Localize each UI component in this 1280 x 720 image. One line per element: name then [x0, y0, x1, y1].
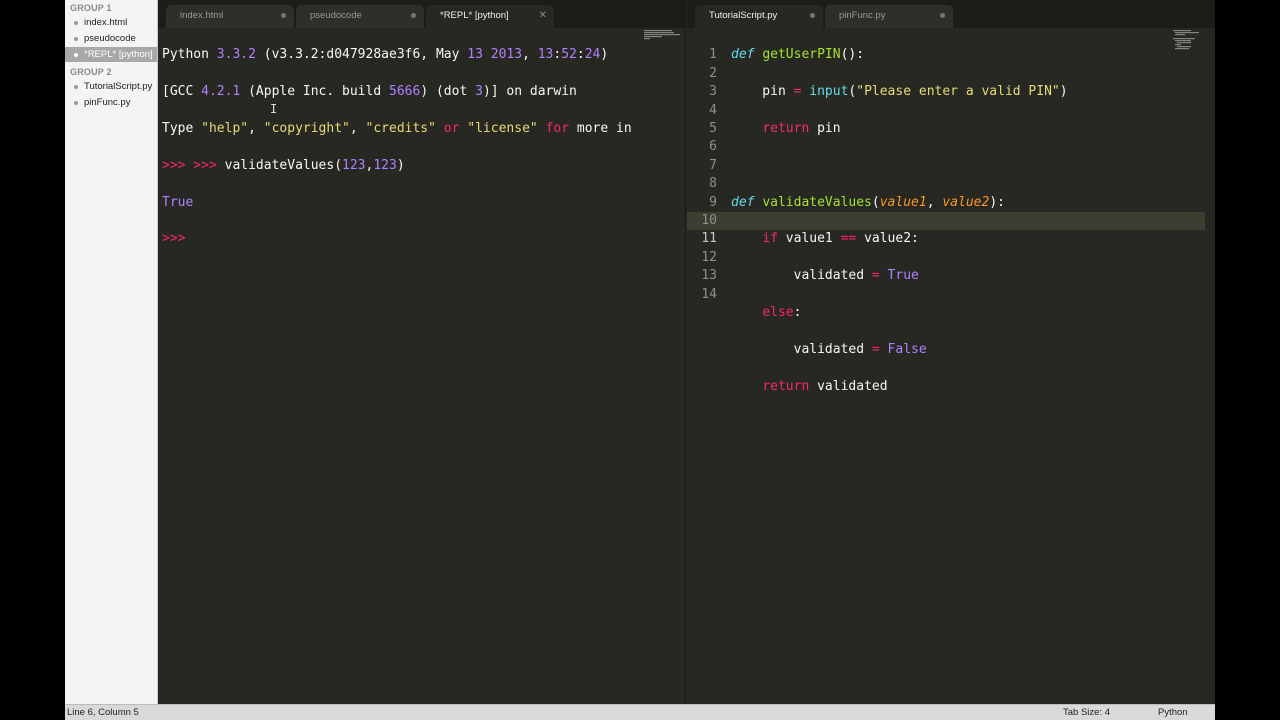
- code-line: return pin: [762, 121, 841, 137]
- sidebar-file-pseudocode[interactable]: pseudocode: [65, 31, 157, 46]
- tab-pseudocode[interactable]: pseudocode: [296, 5, 424, 28]
- group-1-title: GROUP 1: [70, 3, 112, 13]
- minimap[interactable]: [644, 30, 684, 70]
- cursor-position: Line 6, Column 5: [67, 707, 139, 718]
- tab-pinfunc[interactable]: pinFunc.py: [825, 5, 953, 28]
- sublime-window: GROUP 1 index.html pseudocode *REPL* [py…: [65, 0, 1215, 720]
- tab-dot-icon[interactable]: [940, 13, 945, 18]
- tab-dot-icon[interactable]: [810, 13, 815, 18]
- file-bullet-icon: [74, 21, 78, 25]
- group-2-title: GROUP 2: [70, 67, 112, 77]
- repl-editor[interactable]: Python 3.3.2 (v3.3.2:d047928ae3f6, May 1…: [158, 28, 685, 704]
- sidebar-file-tutorialscript[interactable]: TutorialScript.py: [65, 79, 157, 94]
- sidebar-file-repl[interactable]: *REPL* [python]: [65, 47, 157, 62]
- repl-line-result: True: [162, 194, 194, 210]
- tab-tutorialscript[interactable]: TutorialScript.py: [695, 5, 823, 28]
- code-line: if value1 == value2:: [762, 231, 919, 247]
- repl-output[interactable]: Python 3.3.2 (v3.3.2:d047928ae3f6, May 1…: [162, 28, 644, 286]
- tab-size-selector[interactable]: Tab Size: 4: [1063, 705, 1110, 720]
- code-line: def getUserPIN():: [731, 47, 865, 63]
- minimap[interactable]: [1173, 30, 1213, 70]
- sidebar: GROUP 1 index.html pseudocode *REPL* [py…: [65, 0, 158, 704]
- sidebar-file-pinfunc[interactable]: pinFunc.py: [65, 95, 157, 110]
- file-bullet-icon: [74, 85, 78, 89]
- line-number-gutter: 1 2 3 4 5 6 7 8 9 10 11 12 13 14: [701, 47, 717, 302]
- text-cursor-icon: I: [270, 102, 278, 116]
- sidebar-file-index-html[interactable]: index.html: [65, 15, 157, 30]
- code-line: def validateValues(value1, value2):: [731, 194, 1005, 210]
- code-line: pin = input("Please enter a valid PIN"): [731, 84, 1068, 100]
- repl-line-command: >>> >>> validateValues(123,123): [162, 157, 405, 173]
- file-bullet-icon: [74, 53, 78, 57]
- repl-line-gcc: [GCC 4.2.1 (Apple Inc. build 5666) (dot …: [162, 84, 577, 100]
- repl-line-python-version: Python 3.3.2 (v3.3.2:d047928ae3f6, May 1…: [162, 47, 609, 63]
- tab-index-html[interactable]: index.html: [166, 5, 294, 28]
- code-line: else:: [762, 305, 802, 321]
- tab-dot-icon[interactable]: [281, 13, 286, 18]
- left-editor-pane: index.html pseudocode *REPL* [python] ✕ …: [158, 0, 686, 704]
- right-editor-pane: TutorialScript.py pinFunc.py 12345 6 7 8…: [687, 0, 1215, 704]
- file-bullet-icon: [74, 37, 78, 41]
- script-code[interactable]: def getUserPIN(): pin = input("Please en…: [731, 28, 1068, 433]
- repl-line-help: Type "help", "copyright", "credits" or "…: [162, 121, 632, 137]
- syntax-selector[interactable]: Python: [1158, 705, 1188, 720]
- code-line: validated = False: [731, 341, 927, 357]
- left-tab-bar: index.html pseudocode *REPL* [python] ✕: [158, 0, 685, 28]
- tab-repl[interactable]: *REPL* [python] ✕: [426, 5, 554, 28]
- right-tab-bar: TutorialScript.py pinFunc.py: [687, 0, 1215, 28]
- close-icon[interactable]: ✕: [539, 5, 547, 26]
- code-line: return validated: [762, 378, 888, 394]
- status-bar: Line 6, Column 5 Tab Size: 4 Python: [65, 704, 1215, 720]
- file-bullet-icon: [74, 101, 78, 105]
- code-line: validated = True: [731, 268, 919, 284]
- tab-dot-icon[interactable]: [411, 13, 416, 18]
- repl-line-prompt[interactable]: >>>: [162, 230, 644, 248]
- script-editor[interactable]: 1 2 3 4 5 6 7 8 9 10 11 12 13 14 def getUserPIN(): pi…: [687, 28, 1215, 704]
